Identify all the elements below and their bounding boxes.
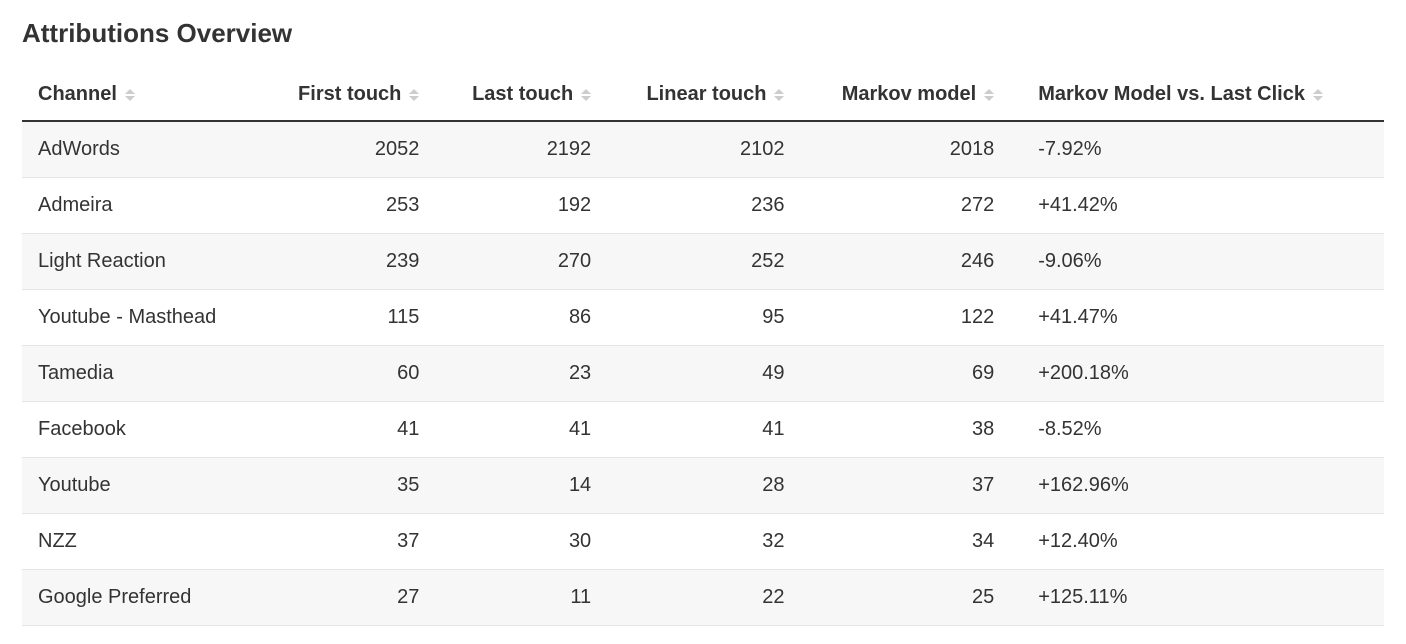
- col-header-channel[interactable]: Channel: [22, 71, 261, 121]
- cell-last-touch: 86: [435, 290, 607, 346]
- cell-channel: AdWords: [22, 121, 261, 178]
- cell-first-touch: 41: [261, 402, 435, 458]
- cell-channel: Youtube: [22, 458, 261, 514]
- cell-last-touch: 270: [435, 234, 607, 290]
- cell-channel: Google Preferred: [22, 570, 261, 626]
- table-row: AdWords2052219221022018-7.92%: [22, 121, 1384, 178]
- sort-icon[interactable]: [409, 89, 419, 101]
- cell-last-touch: 14: [435, 458, 607, 514]
- cell-first-touch: 253: [261, 178, 435, 234]
- cell-first-touch: 115: [261, 290, 435, 346]
- cell-first-touch: 2052: [261, 121, 435, 178]
- cell-markov-model: 122: [800, 290, 1010, 346]
- col-header-label: Markov model: [842, 83, 976, 106]
- col-header-label: First touch: [298, 83, 401, 106]
- cell-markov-model: 37: [800, 458, 1010, 514]
- cell-last-touch: 30: [435, 514, 607, 570]
- sort-icon[interactable]: [581, 89, 591, 101]
- col-header-label: Channel: [38, 83, 117, 106]
- cell-linear-touch: 28: [607, 458, 800, 514]
- table-row: Google Preferred27112225+125.11%: [22, 570, 1384, 626]
- cell-last-touch: 11: [435, 570, 607, 626]
- col-header-label: Markov Model vs. Last Click: [1038, 83, 1305, 106]
- cell-channel: NZZ: [22, 514, 261, 570]
- cell-markov-vs-last: -9.06%: [1010, 234, 1384, 290]
- cell-channel: Tamedia: [22, 346, 261, 402]
- cell-markov-model: 34: [800, 514, 1010, 570]
- cell-last-touch: 192: [435, 178, 607, 234]
- table-row: Youtube35142837+162.96%: [22, 458, 1384, 514]
- col-header-label: Linear touch: [646, 83, 766, 106]
- cell-linear-touch: 236: [607, 178, 800, 234]
- cell-channel: Admeira: [22, 178, 261, 234]
- cell-channel: Youtube - Masthead: [22, 290, 261, 346]
- cell-first-touch: 37: [261, 514, 435, 570]
- cell-markov-model: 246: [800, 234, 1010, 290]
- cell-first-touch: 60: [261, 346, 435, 402]
- table-row: Youtube - Masthead1158695122+41.47%: [22, 290, 1384, 346]
- cell-first-touch: 35: [261, 458, 435, 514]
- page-title: Attributions Overview: [22, 18, 1384, 49]
- cell-markov-model: 69: [800, 346, 1010, 402]
- table-body: AdWords2052219221022018-7.92%Admeira2531…: [22, 121, 1384, 626]
- cell-linear-touch: 22: [607, 570, 800, 626]
- cell-linear-touch: 95: [607, 290, 800, 346]
- cell-linear-touch: 49: [607, 346, 800, 402]
- cell-last-touch: 41: [435, 402, 607, 458]
- cell-last-touch: 23: [435, 346, 607, 402]
- cell-markov-vs-last: +162.96%: [1010, 458, 1384, 514]
- cell-channel: Facebook: [22, 402, 261, 458]
- cell-markov-vs-last: +41.47%: [1010, 290, 1384, 346]
- cell-linear-touch: 41: [607, 402, 800, 458]
- col-header-linear-touch[interactable]: Linear touch: [607, 71, 800, 121]
- cell-first-touch: 239: [261, 234, 435, 290]
- col-header-last-touch[interactable]: Last touch: [435, 71, 607, 121]
- cell-first-touch: 27: [261, 570, 435, 626]
- cell-markov-model: 38: [800, 402, 1010, 458]
- col-header-first-touch[interactable]: First touch: [261, 71, 435, 121]
- cell-markov-vs-last: +12.40%: [1010, 514, 1384, 570]
- cell-markov-vs-last: +200.18%: [1010, 346, 1384, 402]
- col-header-markov-vs-last[interactable]: Markov Model vs. Last Click: [1010, 71, 1384, 121]
- sort-icon[interactable]: [774, 89, 784, 101]
- table-row: Facebook41414138-8.52%: [22, 402, 1384, 458]
- cell-channel: Light Reaction: [22, 234, 261, 290]
- attributions-table: Channel First touch Last touch Linear to…: [22, 71, 1384, 626]
- cell-linear-touch: 32: [607, 514, 800, 570]
- col-header-markov-model[interactable]: Markov model: [800, 71, 1010, 121]
- table-row: Admeira253192236272+41.42%: [22, 178, 1384, 234]
- cell-markov-vs-last: -8.52%: [1010, 402, 1384, 458]
- table-row: Light Reaction239270252246-9.06%: [22, 234, 1384, 290]
- sort-icon[interactable]: [125, 89, 135, 101]
- cell-markov-vs-last: +125.11%: [1010, 570, 1384, 626]
- cell-markov-model: 2018: [800, 121, 1010, 178]
- cell-linear-touch: 252: [607, 234, 800, 290]
- cell-markov-vs-last: +41.42%: [1010, 178, 1384, 234]
- table-header-row: Channel First touch Last touch Linear to…: [22, 71, 1384, 121]
- table-row: NZZ37303234+12.40%: [22, 514, 1384, 570]
- cell-markov-model: 25: [800, 570, 1010, 626]
- col-header-label: Last touch: [472, 83, 573, 106]
- cell-markov-model: 272: [800, 178, 1010, 234]
- cell-linear-touch: 2102: [607, 121, 800, 178]
- sort-icon[interactable]: [1313, 89, 1323, 101]
- table-row: Tamedia60234969+200.18%: [22, 346, 1384, 402]
- sort-icon[interactable]: [984, 89, 994, 101]
- cell-last-touch: 2192: [435, 121, 607, 178]
- cell-markov-vs-last: -7.92%: [1010, 121, 1384, 178]
